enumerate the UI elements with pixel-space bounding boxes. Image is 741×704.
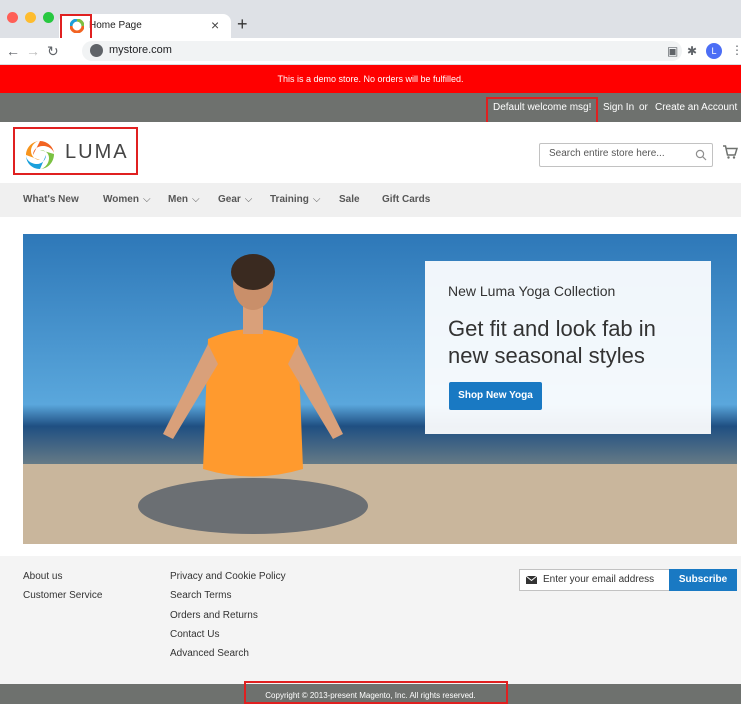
forward-arrow-icon[interactable]: → (26, 43, 40, 59)
search-box (539, 143, 713, 167)
nav-label: Men (168, 194, 188, 205)
maximize-window-button[interactable] (43, 12, 54, 23)
address-bar[interactable]: mystore.com (82, 41, 682, 61)
welcome-message: Default welcome msg! (493, 102, 592, 113)
newsletter-email-input[interactable] (543, 574, 668, 585)
chevron-down-icon: ⌵ (312, 194, 321, 205)
store-header: LUMA (0, 122, 741, 182)
site-info-icon[interactable] (90, 44, 103, 57)
puzzle-icon[interactable]: ✱ (687, 44, 697, 58)
sign-in-link[interactable]: Sign In (603, 102, 634, 113)
footer-link-about[interactable]: About us (23, 571, 62, 582)
url-text[interactable]: mystore.com (109, 44, 172, 56)
footer-link-search-terms[interactable]: Search Terms (170, 590, 232, 601)
hero-banner[interactable]: New Luma Yoga Collection Get fit and loo… (23, 234, 737, 544)
promo-box: New Luma Yoga Collection Get fit and loo… (425, 261, 711, 434)
promo-subtitle: New Luma Yoga Collection (448, 283, 616, 299)
footer-link-orders-returns[interactable]: Orders and Returns (170, 610, 258, 621)
nav-item-whats-new[interactable]: What's New (23, 194, 79, 205)
nav-label: What's New (23, 194, 79, 205)
reload-icon[interactable]: ↻ (47, 43, 59, 59)
nav-label: Gift Cards (382, 194, 431, 205)
demo-notice-bar: This is a demo store. No orders will be … (0, 65, 741, 93)
luma-logo-icon[interactable] (23, 139, 57, 171)
chevron-down-icon: ⌵ (244, 194, 253, 205)
close-window-button[interactable] (7, 12, 18, 23)
browser-menu-icon[interactable]: ⋮ (731, 43, 741, 57)
logo-text[interactable]: LUMA (65, 141, 129, 164)
create-account-link[interactable]: Create an Account (655, 102, 737, 113)
nav-item-women[interactable]: Women ⌵ (103, 194, 151, 205)
minimize-window-button[interactable] (25, 12, 36, 23)
footer-link-privacy[interactable]: Privacy and Cookie Policy (170, 571, 286, 582)
profile-avatar[interactable]: L (706, 43, 722, 59)
browser-tab[interactable]: Home Page × (59, 14, 231, 38)
new-tab-button[interactable]: + (237, 14, 248, 34)
search-icon[interactable] (695, 149, 707, 161)
cart-icon[interactable] (722, 144, 738, 160)
nav-label: Women (103, 194, 139, 205)
tab-title: Home Page (89, 20, 142, 31)
header-panel: Default welcome msg! Sign In or Create a… (0, 93, 741, 122)
chevron-down-icon: ⌵ (142, 194, 151, 205)
shop-new-yoga-button[interactable]: Shop New Yoga (449, 382, 542, 410)
back-arrow-icon[interactable]: ← (6, 43, 20, 59)
or-text: or (639, 102, 648, 113)
mail-icon (526, 576, 537, 584)
nav-label: Gear (218, 194, 241, 205)
footer: About us Customer Service Privacy and Co… (0, 556, 741, 684)
promo-title: Get fit and look fab in new seasonal sty… (448, 316, 656, 368)
nav-item-training[interactable]: Training ⌵ (270, 194, 321, 205)
nav-item-sale[interactable]: Sale (339, 194, 360, 205)
nav-item-gift-cards[interactable]: Gift Cards (382, 194, 430, 205)
copyright-bar: Copyright © 2013-present Magento, Inc. A… (0, 684, 741, 704)
luma-favicon-icon (70, 19, 84, 33)
footer-link-contact[interactable]: Contact Us (170, 629, 219, 640)
footer-link-advanced-search[interactable]: Advanced Search (170, 648, 249, 659)
nav-label: Sale (339, 194, 360, 205)
close-tab-icon[interactable]: × (211, 17, 219, 33)
footer-link-customer-service[interactable]: Customer Service (23, 590, 102, 601)
nav-item-men[interactable]: Men ⌵ (168, 194, 200, 205)
extension-icon[interactable]: ▣ (667, 44, 678, 58)
search-input[interactable] (549, 148, 689, 159)
browser-tab-strip: Home Page × + (0, 0, 741, 38)
window-controls (7, 12, 54, 23)
newsletter-box (519, 569, 671, 591)
nav-label: Training (270, 194, 309, 205)
chevron-down-icon: ⌵ (192, 194, 200, 205)
subscribe-button[interactable]: Subscribe (669, 569, 737, 591)
nav-item-gear[interactable]: Gear ⌵ (218, 194, 252, 205)
browser-toolbar: ← → ↻ mystore.com ▣ ✱ L ⋮ (0, 38, 741, 65)
category-nav: What's New Women ⌵ Men ⌵ Gear ⌵ Training ⌵ S… (0, 183, 741, 217)
